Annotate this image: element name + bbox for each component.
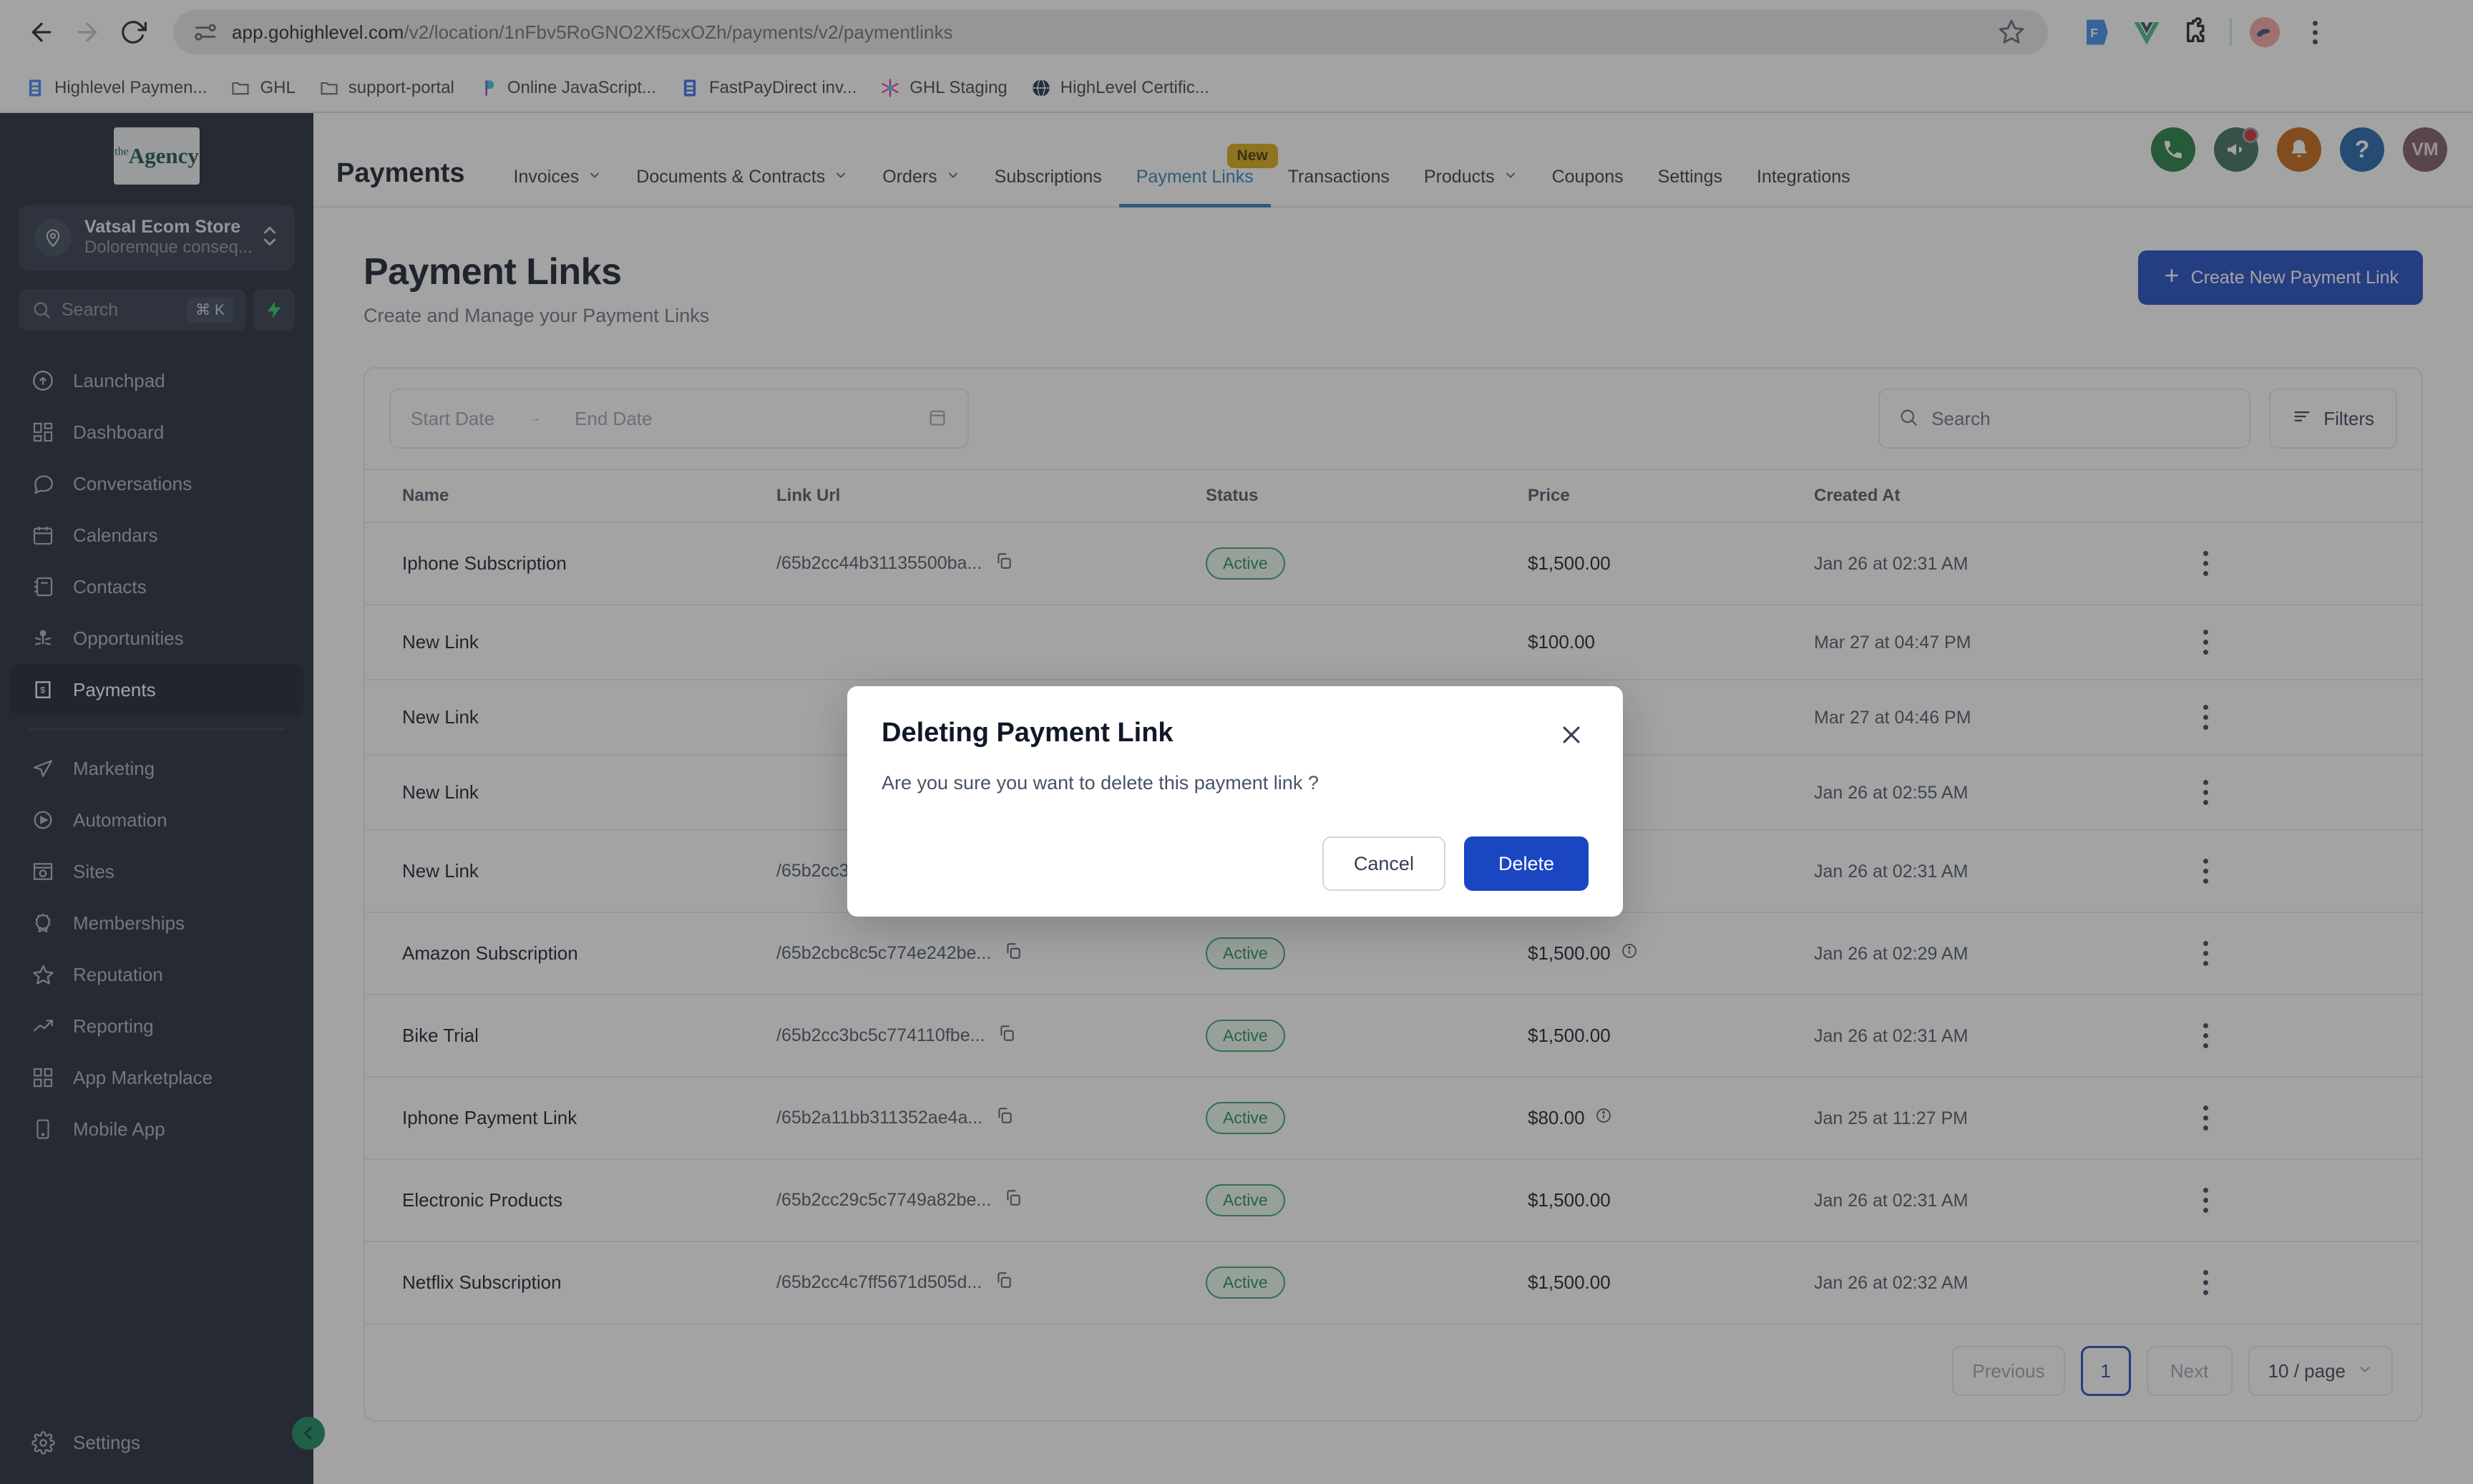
modal-title: Deleting Payment Link [882,718,1174,748]
cancel-button[interactable]: Cancel [1322,836,1445,891]
delete-button[interactable]: Delete [1464,836,1589,891]
close-icon[interactable] [1554,718,1589,752]
modal-message: Are you sure you want to delete this pay… [882,772,1589,794]
delete-payment-link-modal: Deleting Payment Link Are you sure you w… [847,686,1623,917]
